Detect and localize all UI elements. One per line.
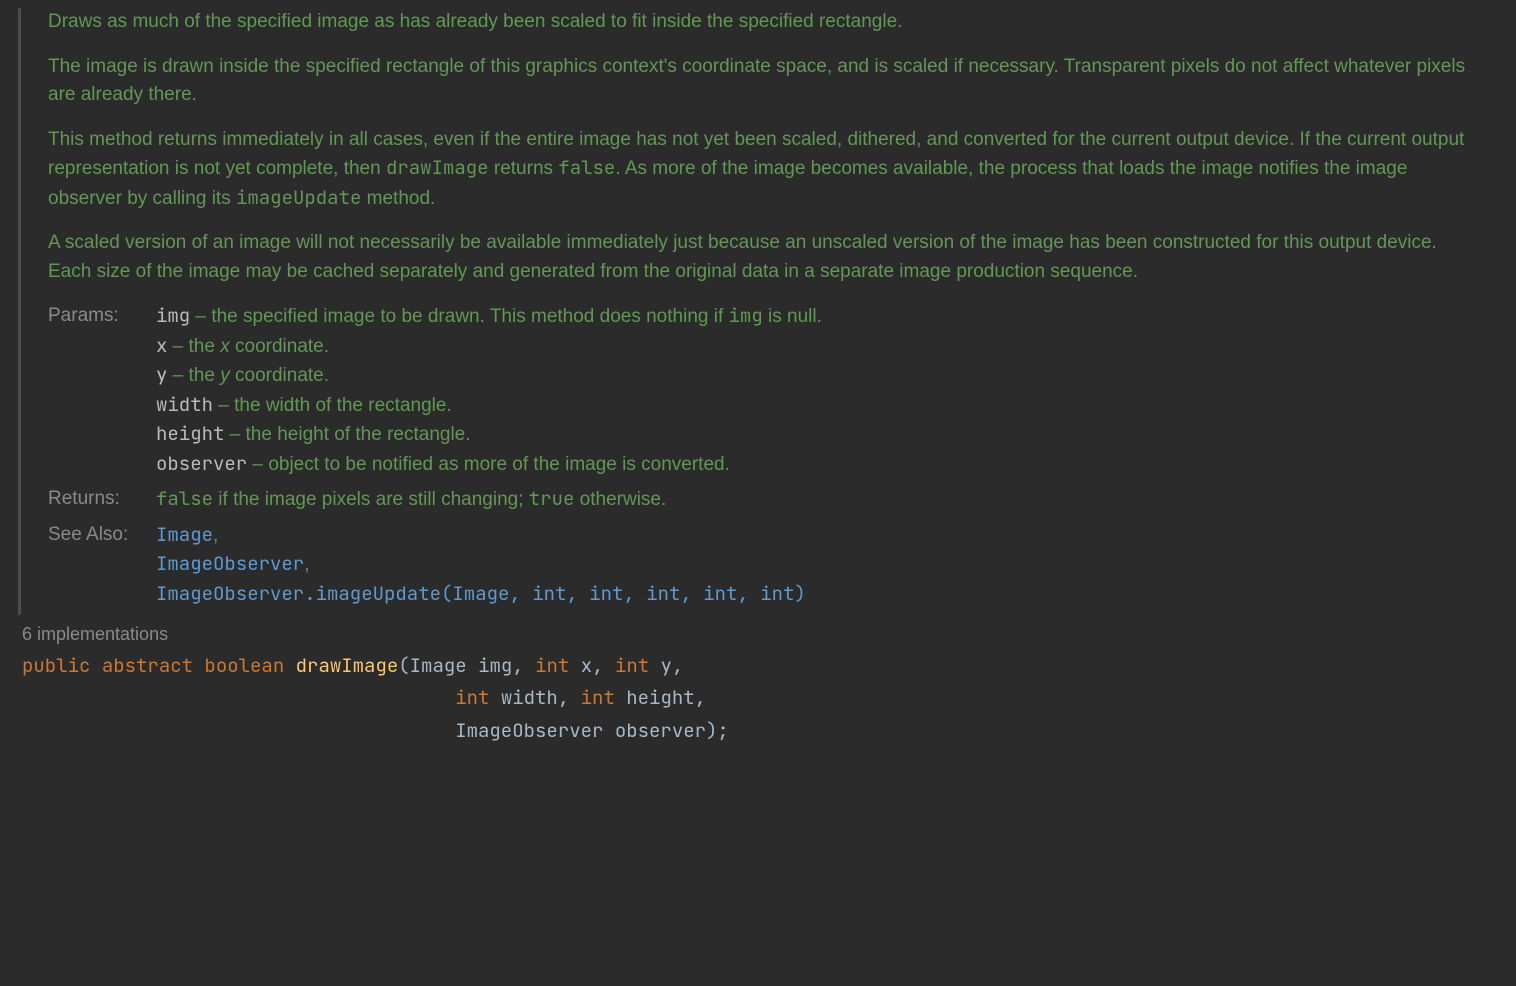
javadoc-summary: Draws as much of the specified image as … (48, 8, 1476, 37)
text: method. (361, 188, 435, 209)
indent (22, 718, 455, 743)
comma: , (558, 685, 569, 710)
param-row: observer – object to be notified as more… (156, 450, 1476, 480)
javadoc-block: Draws as much of the specified image as … (0, 0, 1516, 615)
keyword-int: int (615, 653, 649, 678)
javadoc-para: This method returns immediately in all c… (48, 126, 1476, 214)
param-sep: – the (167, 336, 220, 357)
text: returns (489, 158, 559, 179)
param-sep: – the (167, 365, 220, 386)
param-var: x (220, 336, 230, 357)
semicolon: ; (717, 718, 728, 743)
inline-code: false (156, 486, 213, 511)
inline-code: img (729, 303, 763, 328)
comma: , (695, 685, 706, 710)
sp (467, 653, 478, 678)
param-name: img (156, 303, 190, 328)
seealso-section: See Also: Image, ImageObserver, ImageObs… (48, 521, 1476, 610)
text: otherwise. (574, 489, 666, 510)
comma: , (213, 525, 218, 546)
keyword-int: int (535, 653, 569, 678)
param-row: width – the width of the rectangle. (156, 391, 1476, 421)
sp (569, 653, 580, 678)
inline-code: false (558, 155, 615, 180)
sp (524, 653, 535, 678)
param-row: y – the y coordinate. (156, 361, 1476, 391)
text: if the image pixels are still changing; (213, 489, 529, 510)
param-desc: is null. (763, 306, 822, 327)
comma: , (304, 554, 309, 575)
sp (649, 653, 660, 678)
param-var: y (220, 365, 230, 386)
method-signature[interactable]: public abstract boolean drawImage(Image … (0, 650, 1516, 747)
param: y (661, 653, 672, 678)
seealso-label: See Also: (48, 521, 156, 550)
doc-content: Draws as much of the specified image as … (38, 8, 1516, 615)
params-label: Params: (48, 302, 156, 331)
rparen: ) (706, 718, 717, 743)
inline-code: true (529, 486, 575, 511)
param-row: height – the height of the rectangle. (156, 420, 1476, 450)
param-row: img – the specified image to be drawn. T… (156, 302, 1476, 332)
comma: , (672, 653, 683, 678)
method-name: drawImage (296, 653, 399, 678)
sp (569, 685, 580, 710)
keyword-boolean: boolean (204, 653, 284, 678)
comma: , (512, 653, 523, 678)
sp (604, 653, 615, 678)
returns-body: false if the image pixels are still chan… (156, 485, 1476, 515)
returns-label: Returns: (48, 485, 156, 514)
param-desc: – the height of the rectangle. (224, 424, 470, 445)
param: img (478, 653, 512, 678)
indent (22, 685, 455, 710)
comma: , (592, 653, 603, 678)
param-name: width (156, 392, 213, 417)
sp (90, 653, 101, 678)
doc-gutter (0, 8, 38, 615)
sp (193, 653, 204, 678)
keyword-public: public (22, 653, 90, 678)
sp (603, 718, 614, 743)
param-desc: – object to be notified as more of the i… (247, 454, 730, 475)
param-desc: coordinate. (230, 336, 329, 357)
returns-section: Returns: false if the image pixels are s… (48, 485, 1476, 515)
param: observer (615, 718, 706, 743)
javadoc-para: A scaled version of an image will not ne… (48, 229, 1476, 286)
sp (489, 685, 500, 710)
type: Image (410, 653, 467, 678)
param-desc: coordinate. (230, 365, 329, 386)
lparen: ( (398, 653, 409, 678)
doc-border (18, 8, 21, 615)
keyword-int: int (581, 685, 615, 710)
sp (284, 653, 295, 678)
param-name: observer (156, 451, 247, 476)
seealso-body: Image, ImageObserver, ImageObserver.imag… (156, 521, 1476, 610)
param-row: x – the x coordinate. (156, 332, 1476, 362)
keyword-abstract: abstract (102, 653, 193, 678)
keyword-int: int (455, 685, 489, 710)
inline-code: drawImage (386, 155, 489, 180)
seealso-link[interactable]: Image (156, 522, 213, 547)
param: height (626, 685, 694, 710)
param-name: x (156, 333, 167, 358)
type: ImageObserver (455, 718, 603, 743)
param-desc: – the specified image to be drawn. This … (190, 306, 728, 327)
param-name: y (156, 362, 167, 387)
params-body: img – the specified image to be drawn. T… (156, 302, 1476, 479)
param-name: height (156, 421, 224, 446)
seealso-link[interactable]: ImageObserver.imageUpdate(Image, int, in… (156, 581, 806, 606)
params-section: Params: img – the specified image to be … (48, 302, 1476, 479)
param-desc: – the width of the rectangle. (213, 395, 452, 416)
param: width (501, 685, 558, 710)
implementations-hint[interactable]: 6 implementations (0, 621, 1516, 648)
seealso-link[interactable]: ImageObserver (156, 551, 304, 576)
inline-code: imageUpdate (236, 185, 361, 210)
param: x (581, 653, 592, 678)
javadoc-para: The image is drawn inside the specified … (48, 53, 1476, 110)
sp (615, 685, 626, 710)
